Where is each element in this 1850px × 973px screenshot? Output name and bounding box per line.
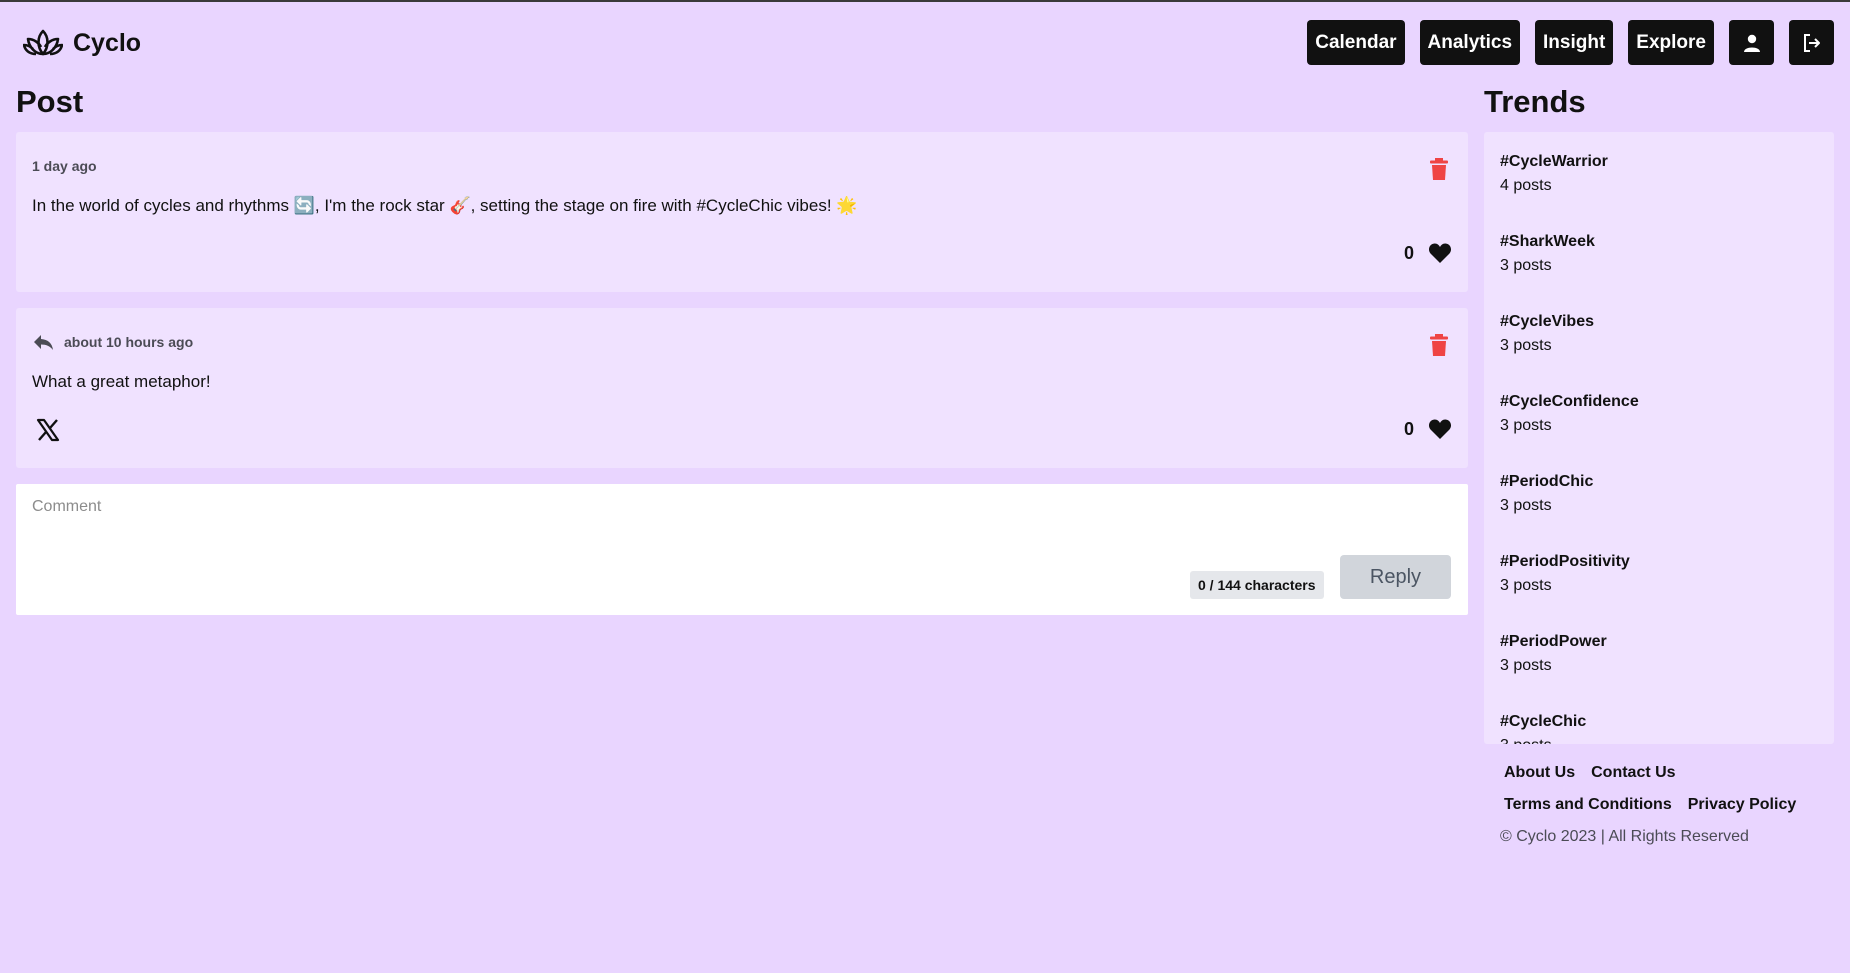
post-section-title: Post — [16, 84, 84, 119]
post-text: In the world of cycles and rhythms 🔄, I'… — [32, 196, 858, 215]
x-logo-icon[interactable] — [36, 418, 60, 442]
trend-count: 3 posts — [1500, 577, 1552, 594]
main-nav: Calendar Analytics Insight Explore — [1307, 20, 1834, 65]
reply-time-text: about 10 hours ago — [64, 334, 194, 350]
user-icon — [1743, 34, 1760, 52]
nav-calendar-button[interactable]: Calendar — [1307, 20, 1405, 65]
lotus-icon — [23, 29, 63, 56]
top-bar: Cyclo Calendar Analytics Insight Explore — [0, 2, 1850, 84]
trend-item[interactable]: #PeriodPower 3 posts — [1500, 630, 1818, 710]
trend-count: 4 posts — [1500, 177, 1552, 194]
trend-item[interactable]: #CycleWarrior 4 posts — [1500, 150, 1818, 230]
trend-count: 3 posts — [1500, 257, 1552, 274]
trash-icon[interactable] — [1428, 157, 1450, 181]
copyright-text: © Cyclo 2023 | All Rights Reserved — [1500, 828, 1749, 845]
reply-text: What a great metaphor! — [32, 372, 211, 391]
contact-us-link[interactable]: Contact Us — [1591, 762, 1675, 784]
trend-tag[interactable]: #CycleConfidence — [1500, 390, 1818, 414]
reply-button[interactable]: Reply — [1340, 555, 1451, 599]
trend-tag[interactable]: #PeriodPositivity — [1500, 550, 1818, 574]
reply-card: about 10 hours ago What a great metaphor… — [16, 308, 1468, 468]
footer: About Us Contact Us Terms and Conditions… — [1484, 744, 1834, 848]
terms-link[interactable]: Terms and Conditions — [1504, 794, 1672, 816]
trend-item[interactable]: #CycleConfidence 3 posts — [1500, 390, 1818, 470]
logout-button[interactable] — [1789, 20, 1834, 65]
comment-composer: 0 / 144 characters Reply — [16, 484, 1468, 615]
post-column: Post 1 day ago In the world of cycles an… — [16, 84, 1468, 615]
trash-icon[interactable] — [1428, 333, 1450, 357]
trend-tag[interactable]: #SharkWeek — [1500, 230, 1818, 254]
reply-like-row: 0 — [1404, 418, 1452, 440]
privacy-link[interactable]: Privacy Policy — [1688, 794, 1797, 816]
trend-tag[interactable]: #CycleWarrior — [1500, 150, 1818, 174]
about-us-link[interactable]: About Us — [1504, 762, 1575, 784]
app-logo[interactable]: Cyclo — [23, 27, 141, 59]
reply-like-count: 0 — [1403, 418, 1414, 439]
heart-icon[interactable] — [1428, 242, 1452, 264]
trend-tag[interactable]: #PeriodPower — [1500, 630, 1818, 654]
trend-count: 3 posts — [1500, 337, 1552, 354]
nav-analytics-button[interactable]: Analytics — [1419, 20, 1521, 65]
logout-icon — [1803, 33, 1820, 52]
post-like-count: 0 — [1403, 242, 1414, 263]
trend-item[interactable]: #PeriodChic 3 posts — [1500, 470, 1818, 550]
trend-item[interactable]: #PeriodPositivity 3 posts — [1500, 550, 1818, 630]
trend-item[interactable]: #CycleVibes 3 posts — [1500, 310, 1818, 390]
trends-title: Trends — [1484, 84, 1586, 119]
app-name: Cyclo — [73, 28, 142, 57]
reply-arrow-icon — [34, 335, 53, 350]
trends-list[interactable]: #CycleWarrior 4 posts #SharkWeek 3 posts… — [1484, 132, 1834, 744]
trends-sidebar: Trends #CycleWarrior 4 posts #SharkWeek … — [1484, 84, 1834, 848]
character-counter: 0 / 144 characters — [1190, 571, 1324, 599]
footer-links-row: Terms and Conditions Privacy Policy — [1504, 794, 1834, 816]
trend-item[interactable]: #CycleChic 3 posts — [1500, 710, 1818, 744]
trend-count: 3 posts — [1500, 497, 1552, 514]
nav-insight-button[interactable]: Insight — [1535, 20, 1614, 65]
trend-count: 3 posts — [1500, 417, 1552, 434]
trend-tag[interactable]: #CycleVibes — [1500, 310, 1818, 334]
reply-timestamp: about 10 hours ago — [32, 332, 193, 352]
post-time-text: 1 day ago — [32, 158, 97, 174]
nav-explore-button[interactable]: Explore — [1628, 20, 1714, 65]
profile-button[interactable] — [1729, 20, 1774, 65]
trend-item[interactable]: #SharkWeek 3 posts — [1500, 230, 1818, 310]
comment-input[interactable] — [32, 498, 1432, 548]
post-like-row: 0 — [1404, 242, 1452, 264]
footer-links-row: About Us Contact Us — [1504, 762, 1834, 784]
trend-count: 3 posts — [1500, 734, 1818, 744]
post-timestamp: 1 day ago — [32, 158, 97, 174]
post-card: 1 day ago In the world of cycles and rhy… — [16, 132, 1468, 292]
trend-tag[interactable]: #CycleChic — [1500, 710, 1818, 734]
trend-count: 3 posts — [1500, 657, 1552, 674]
heart-icon[interactable] — [1428, 418, 1452, 440]
trend-tag[interactable]: #PeriodChic — [1500, 470, 1818, 494]
